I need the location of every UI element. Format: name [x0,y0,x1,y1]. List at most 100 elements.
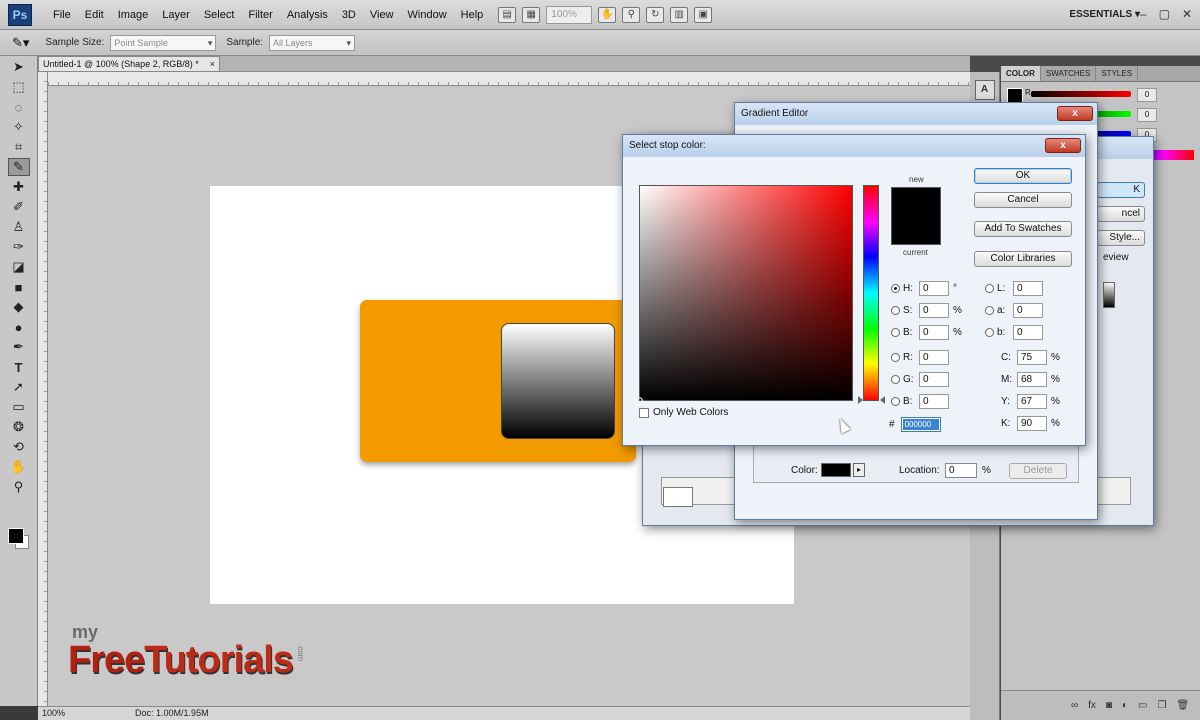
add-to-swatches-button[interactable]: Add To Swatches [974,221,1072,237]
history-brush-tool-icon[interactable]: ✑ [8,238,30,256]
menu-image[interactable]: Image [111,0,156,30]
red-slider[interactable] [1031,91,1131,97]
lab-a-input[interactable]: 0 [1013,303,1043,318]
hand-tool-panel-icon[interactable]: ✋ [8,458,30,476]
hue-radio[interactable] [891,284,900,293]
tab-styles[interactable]: STYLES [1096,66,1139,81]
green-radio[interactable] [891,375,900,384]
brightness-radio[interactable] [891,328,900,337]
lab-a-radio[interactable] [985,306,994,315]
eraser-tool-icon[interactable]: ◪ [8,258,30,276]
eyedropper-tool-icon[interactable]: ✎ [7,158,30,176]
quick-selection-tool-icon[interactable]: ✧ [8,118,30,136]
stop-delete-button[interactable]: Delete [1009,463,1067,479]
gradient-rounded-square-shape[interactable] [501,323,615,439]
color-libraries-button[interactable]: Color Libraries [974,251,1072,267]
color-field-marker[interactable] [635,397,643,405]
foreground-color-swatch[interactable] [8,528,24,544]
maximize-icon[interactable]: ▢ [1159,7,1170,21]
gradient-editor-titlebar[interactable]: Gradient Editor x [735,103,1097,125]
menu-analysis[interactable]: Analysis [280,0,335,30]
layer-style-ok-button[interactable]: K [1097,182,1145,198]
hue-slider-left-arrow-icon[interactable] [858,396,863,404]
zoom-tool-icon[interactable]: ⚲ [622,6,641,23]
saturation-input[interactable]: 0 [919,303,949,318]
red-radio[interactable] [891,353,900,362]
green-value[interactable]: 0 [1137,108,1157,122]
magenta-input[interactable]: 68 [1017,372,1047,387]
red-value[interactable]: 0 [1137,88,1157,102]
marquee-tool-icon[interactable]: ⬚ [8,78,30,96]
lab-l-radio[interactable] [985,284,994,293]
sample-select[interactable]: All Layers [269,34,356,51]
tab-swatches[interactable]: SWATCHES [1041,66,1097,81]
ok-button[interactable]: OK [974,168,1072,184]
3d-rotate-tool-icon[interactable]: ❂ [8,418,30,436]
menu-edit[interactable]: Edit [78,0,111,30]
crop-tool-icon[interactable]: ⌗ [8,138,30,156]
status-zoom[interactable]: 100% [42,707,65,720]
only-web-colors-checkbox[interactable] [639,407,649,418]
move-tool-icon[interactable]: ➤ [8,58,30,76]
red-input[interactable]: 0 [919,350,949,365]
zoom-level-select[interactable]: 100% [546,5,593,24]
menu-help[interactable]: Help [454,0,491,30]
vertical-ruler[interactable] [38,72,48,708]
hue-input[interactable]: 0 [919,281,949,296]
horizontal-ruler[interactable] [48,72,970,86]
cancel-button[interactable]: Cancel [974,192,1072,208]
3d-orbit-tool-icon[interactable]: ⟲ [8,438,30,456]
adjustment-icon[interactable]: ◐ [1122,700,1128,711]
view-extras-icon[interactable]: ▦ [522,6,541,23]
black-input[interactable]: 90 [1017,416,1047,431]
lab-l-input[interactable]: 0 [1013,281,1043,296]
menu-3d[interactable]: 3D [335,0,363,30]
rotate-view-icon[interactable]: ↻ [646,6,665,23]
color-field[interactable] [639,185,853,401]
character-panel-icon[interactable]: A [974,80,995,100]
document-tab-close-icon[interactable]: × [210,57,215,71]
layer-style-new-style-button[interactable]: Style... [1097,230,1145,246]
menu-select[interactable]: Select [197,0,242,30]
lasso-tool-icon[interactable]: ◌ [8,98,30,116]
photoshop-logo-icon[interactable]: Ps [8,3,32,26]
lab-b-input[interactable]: 0 [1013,325,1043,340]
only-web-colors-option[interactable]: Only Web Colors [639,407,728,418]
folder-icon[interactable]: ▭ [1138,700,1147,711]
minimize-icon[interactable]: – [1140,7,1147,21]
eyedropper-preset-icon[interactable]: ✎▾ [12,35,29,51]
select-stop-color-titlebar[interactable]: Select stop color: x [623,135,1085,157]
stop-location-input[interactable]: 0 [945,463,977,478]
gradient-tool-icon[interactable]: ■ [8,278,30,296]
select-stop-color-close-icon[interactable]: x [1045,138,1081,153]
zoom-tool-panel-icon[interactable]: ⚲ [8,478,30,496]
new-layer-icon[interactable]: ❐ [1157,700,1166,711]
menu-view[interactable]: View [363,0,401,30]
saturation-radio[interactable] [891,306,900,315]
hue-slider[interactable] [863,185,879,401]
brightness-input[interactable]: 0 [919,325,949,340]
mask-icon[interactable]: ◙ [1106,700,1112,711]
hue-slider-right-arrow-icon[interactable] [880,396,885,404]
clone-stamp-tool-icon[interactable]: ♙ [8,218,30,236]
menu-filter[interactable]: Filter [241,0,279,30]
type-tool-icon[interactable]: T [8,358,30,376]
yellow-input[interactable]: 67 [1017,394,1047,409]
launch-bridge-icon[interactable]: ▤ [498,6,517,23]
document-tab[interactable]: Untitled-1 @ 100% (Shape 2, RGB/8) * × [38,56,220,72]
sample-size-select[interactable]: Point Sample [110,34,217,51]
path-selection-tool-icon[interactable]: ➚ [8,378,30,396]
gradient-editor-close-icon[interactable]: x [1057,106,1093,121]
healing-brush-tool-icon[interactable]: ✚ [8,178,30,196]
workspace-switcher[interactable]: ESSENTIALS ▾ [1069,9,1140,20]
blue-radio[interactable] [891,397,900,406]
shape-tool-icon[interactable]: ▭ [8,398,30,416]
brush-tool-icon[interactable]: ✐ [8,198,30,216]
pen-tool-icon[interactable]: ✒ [8,338,30,356]
lab-b-radio[interactable] [985,328,994,337]
trash-icon[interactable]: 🗑 [1176,700,1189,711]
hex-input[interactable]: 000000 [900,417,941,432]
tab-color[interactable]: COLOR [1001,66,1041,81]
stop-color-swatch[interactable] [821,463,851,477]
green-input[interactable]: 0 [919,372,949,387]
